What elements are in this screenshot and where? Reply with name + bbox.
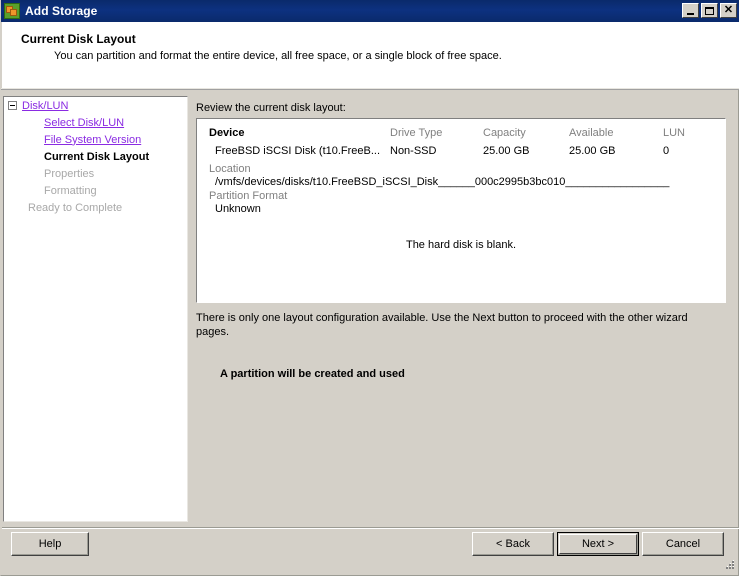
sidebar-item-current-disk-layout[interactable]: Current Disk Layout — [4, 148, 187, 165]
cell-capacity: 25.00 GB — [483, 145, 530, 157]
title-bar[interactable]: Add Storage ✕ — [1, 0, 739, 22]
add-storage-dialog: Add Storage ✕ Current Disk Layout You ca… — [0, 0, 739, 576]
location-value: /vmfs/devices/disks/t10.FreeBSD_iSCSI_Di… — [215, 176, 670, 188]
help-button[interactable]: Help — [11, 532, 89, 556]
cell-device: FreeBSD iSCSI Disk (t10.FreeB... — [215, 145, 381, 157]
cancel-button[interactable]: Cancel — [642, 532, 724, 556]
column-header-capacity: Capacity — [483, 127, 526, 139]
sidebar-item-label: Disk/LUN — [22, 99, 69, 112]
cell-available: 25.00 GB — [569, 145, 616, 157]
sidebar-item-formatting: Formatting — [4, 182, 187, 199]
column-header-drive-type: Drive Type — [390, 127, 443, 139]
wizard-steps-tree[interactable]: Disk/LUN Select Disk/LUN File System Ver… — [3, 96, 188, 522]
minimize-button[interactable] — [682, 3, 699, 18]
partition-format-value: Unknown — [215, 203, 261, 215]
close-icon: ✕ — [723, 4, 734, 16]
window-controls: ✕ — [682, 3, 737, 18]
disk-layout-panel: Device Drive Type Capacity Available LUN… — [196, 118, 726, 303]
next-button-label: Next > — [581, 538, 615, 550]
column-header-lun: LUN — [663, 127, 686, 139]
column-header-available: Available — [569, 127, 614, 139]
sidebar-item-label: Properties — [44, 167, 95, 180]
tree-collapse-icon[interactable] — [8, 101, 17, 110]
sidebar-item-label: Select Disk/LUN — [44, 116, 125, 129]
column-header-device: Device — [209, 127, 245, 139]
page-subtitle: You can partition and format the entire … — [54, 50, 502, 62]
sidebar-item-ready-to-complete: Ready to Complete — [4, 199, 187, 216]
page-title: Current Disk Layout — [21, 32, 136, 46]
sidebar-item-file-system-version[interactable]: File System Version — [4, 131, 187, 148]
back-button[interactable]: < Back — [472, 532, 554, 556]
window-title: Add Storage — [25, 4, 98, 18]
maximize-button[interactable] — [701, 3, 718, 18]
partition-format-label: Partition Format — [209, 190, 288, 202]
location-label: Location — [209, 163, 251, 175]
next-button[interactable]: Next > — [557, 532, 639, 556]
main-content: Review the current disk layout: Device D… — [196, 96, 732, 522]
footer-divider — [2, 527, 739, 529]
table-row[interactable]: FreeBSD iSCSI Disk (t10.FreeB... Non-SSD… — [197, 145, 725, 162]
cell-lun: 0 — [663, 145, 670, 157]
sidebar-item-label: Ready to Complete — [28, 201, 123, 214]
sidebar-item-select-disk-lun[interactable]: Select Disk/LUN — [4, 114, 187, 131]
review-label: Review the current disk layout: — [196, 102, 346, 114]
maximize-icon — [705, 6, 714, 15]
add-storage-icon — [4, 3, 20, 19]
sidebar-item-disk-lun[interactable]: Disk/LUN — [4, 97, 187, 114]
close-button[interactable]: ✕ — [720, 3, 737, 18]
layout-hint-text: There is only one layout configuration a… — [196, 312, 688, 338]
resize-grip[interactable] — [722, 559, 735, 572]
partition-note: A partition will be created and used — [220, 368, 405, 380]
blank-disk-message: The hard disk is blank. — [405, 239, 517, 251]
sidebar-item-label: Formatting — [44, 184, 97, 197]
sidebar-item-label: File System Version — [44, 133, 142, 146]
minimize-icon — [687, 12, 694, 15]
disk-table-header: Device Drive Type Capacity Available LUN — [197, 127, 725, 145]
sidebar-item-label: Current Disk Layout — [44, 150, 150, 163]
cell-drive-type: Non-SSD — [390, 145, 437, 157]
header-divider — [1, 88, 739, 90]
wizard-header: Current Disk Layout You can partition an… — [2, 22, 739, 88]
sidebar-item-properties: Properties — [4, 165, 187, 182]
